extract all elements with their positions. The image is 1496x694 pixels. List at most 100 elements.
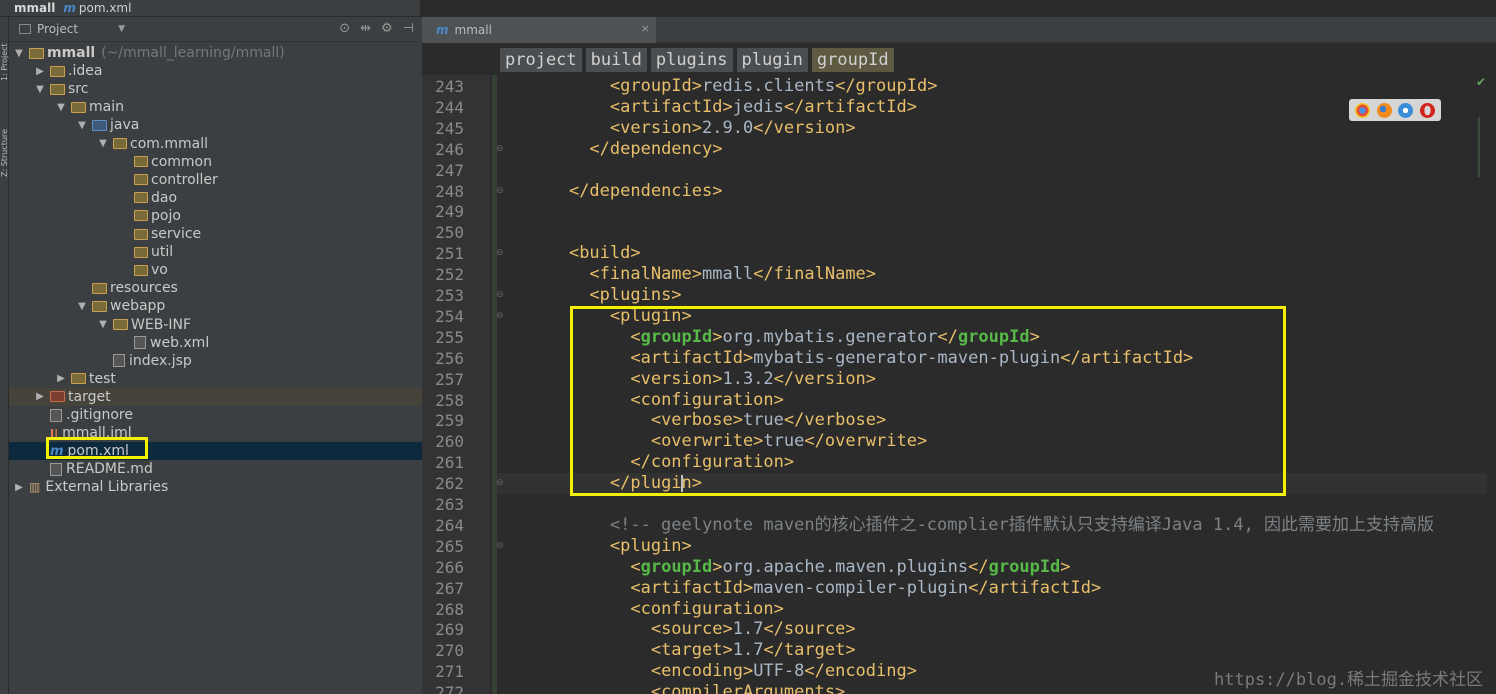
- code-line[interactable]: <compilerArguments>: [528, 682, 845, 694]
- tree-item-common[interactable]: common: [9, 153, 422, 171]
- code-line[interactable]: </dependency>: [528, 139, 722, 160]
- code-line[interactable]: <groupId>org.apache.maven.plugins</group…: [528, 557, 1070, 578]
- code-line[interactable]: <artifactId>maven-compiler-plugin</artif…: [528, 578, 1101, 599]
- code-line[interactable]: <overwrite>true</overwrite>: [528, 431, 927, 452]
- code-line[interactable]: <source>1.7</source>: [528, 619, 856, 640]
- code-tag: </finalName>: [753, 264, 877, 285]
- code-line[interactable]: <artifactId>mybatis-generator-maven-plug…: [528, 348, 1193, 369]
- chrome-icon[interactable]: [1355, 102, 1371, 118]
- tree-item-test[interactable]: ▶ test: [9, 370, 422, 388]
- fold-icon[interactable]: ⊖: [496, 290, 504, 300]
- code-line[interactable]: <verbose>true</verbose>: [528, 410, 886, 431]
- breadcrumb-plugins-tag[interactable]: plugins: [650, 48, 733, 72]
- breadcrumb-file[interactable]: m pom.xml: [63, 1, 131, 15]
- target-icon[interactable]: ⊙: [339, 21, 350, 36]
- expand-arrow-icon[interactable]: ▼: [76, 301, 88, 312]
- code-line[interactable]: <groupId>redis.clients</groupId>: [528, 76, 938, 97]
- tree-item-label: pojo: [151, 207, 181, 224]
- code-line[interactable]: </configuration>: [528, 452, 794, 473]
- tree-item-mmall[interactable]: ▼ mmall (~/mmall_learning/mmall): [9, 44, 422, 62]
- tree-item-idea[interactable]: ▶ .idea: [9, 62, 422, 80]
- tree-item-index-jsp[interactable]: index.jsp: [9, 352, 422, 370]
- tree-item-resources[interactable]: resources: [9, 279, 422, 297]
- line-number: 250: [435, 223, 464, 243]
- code-line[interactable]: <configuration>: [528, 599, 784, 620]
- tree-item-mmall-iml[interactable]: J| mmall.iml: [9, 424, 422, 442]
- code-line[interactable]: <encoding>UTF-8</encoding>: [528, 661, 917, 682]
- breadcrumb-project[interactable]: mmall: [0, 1, 55, 15]
- tree-item-main[interactable]: ▼ main: [9, 98, 422, 116]
- code-line[interactable]: <artifactId>jedis</artifactId>: [528, 97, 917, 118]
- code-line[interactable]: <target>1.7</target>: [528, 640, 856, 661]
- tree-item-external-libraries[interactable]: ▶ ▥ External Libraries: [9, 478, 422, 496]
- tree-item-java[interactable]: ▼ java: [9, 116, 422, 134]
- code-line[interactable]: </plugin>: [528, 473, 702, 494]
- expand-arrow-icon[interactable]: ▼: [13, 48, 25, 59]
- expand-arrow-icon[interactable]: ▼: [76, 120, 88, 131]
- tree-item-dao[interactable]: dao: [9, 189, 422, 207]
- fold-icon[interactable]: ⊖: [496, 248, 504, 258]
- tree-item-com-mmall[interactable]: ▼ com.mmall: [9, 135, 422, 153]
- safari-icon[interactable]: [1398, 102, 1414, 118]
- editor-area: m mmall × project build plugins plugin g…: [422, 17, 1496, 694]
- opera-icon[interactable]: [1419, 102, 1435, 118]
- expand-arrow-icon[interactable]: ▼: [34, 84, 46, 95]
- chevron-down-icon[interactable]: ▼: [118, 24, 125, 34]
- code-line[interactable]: <build>: [528, 243, 641, 264]
- breadcrumb-build-tag[interactable]: build: [585, 48, 647, 72]
- tree-item-target[interactable]: ▶ target: [9, 387, 422, 406]
- code-line[interactable]: <version>2.9.0</version>: [528, 118, 856, 139]
- expand-arrow-icon[interactable]: ▼: [55, 102, 67, 113]
- code-tag: <source>: [650, 619, 733, 640]
- tab-mmall[interactable]: m mmall ×: [422, 17, 656, 43]
- collapse-arrow-icon[interactable]: ▶: [34, 66, 46, 77]
- tree-item-pom-xml[interactable]: m pom.xml: [9, 442, 422, 461]
- structure-tool-button[interactable]: Z: Structure: [0, 87, 9, 177]
- tree-item-readme-md[interactable]: README.md: [9, 460, 422, 478]
- tree-item-util[interactable]: util: [9, 243, 422, 261]
- code-line[interactable]: <configuration>: [528, 390, 784, 411]
- expand-arrow-icon[interactable]: ▼: [97, 138, 109, 149]
- expand-arrow-icon[interactable]: ▼: [97, 319, 109, 330]
- code-line[interactable]: <finalName>mmall</finalName>: [528, 264, 876, 285]
- fold-icon[interactable]: ⊖: [496, 144, 504, 154]
- tree-item-vo[interactable]: vo: [9, 261, 422, 279]
- collapse-icon[interactable]: ⇹: [360, 21, 371, 36]
- line-number: 245: [435, 118, 464, 138]
- code-line[interactable]: <plugin>: [528, 536, 692, 557]
- tree-item-gitignore[interactable]: .gitignore: [9, 406, 422, 424]
- code-line[interactable]: <!-- geelynote maven的核心插件之-complier插件默认只…: [528, 515, 1434, 536]
- code-line[interactable]: <version>1.3.2</version>: [528, 369, 876, 390]
- project-tool-button[interactable]: 1: Project: [0, 21, 9, 81]
- hide-icon[interactable]: ⊣: [403, 21, 414, 36]
- tree-item-pojo[interactable]: pojo: [9, 207, 422, 225]
- code-line[interactable]: </dependencies>: [528, 181, 723, 202]
- fold-icon[interactable]: ⊖: [496, 311, 504, 321]
- breadcrumb-plugin-tag[interactable]: plugin: [736, 48, 808, 72]
- collapse-arrow-icon[interactable]: ▶: [55, 373, 67, 384]
- fold-icon[interactable]: ⊖: [496, 186, 504, 196]
- tree-item-controller[interactable]: controller: [9, 171, 422, 189]
- project-panel-title[interactable]: Project: [37, 22, 78, 36]
- close-icon[interactable]: ×: [641, 22, 650, 35]
- fold-icon[interactable]: ⊖: [496, 478, 504, 488]
- gear-icon[interactable]: ⚙: [381, 21, 393, 36]
- tree-item-webapp[interactable]: ▼ webapp: [9, 297, 422, 315]
- collapse-arrow-icon[interactable]: ▶: [13, 482, 25, 493]
- tree-item-service[interactable]: service: [9, 225, 422, 243]
- breadcrumb-project-tag[interactable]: project: [500, 48, 582, 72]
- tree-item-web-xml[interactable]: web.xml: [9, 334, 422, 352]
- inspection-ok-icon[interactable]: ✔: [1476, 75, 1486, 89]
- code-line[interactable]: <plugin>: [528, 306, 692, 327]
- code-line[interactable]: <groupId>org.mybatis.generator</groupId>: [528, 327, 1039, 348]
- tree-item-web-inf[interactable]: ▼ WEB-INF: [9, 316, 422, 334]
- scrollbar[interactable]: [1478, 117, 1480, 177]
- tree-item-src[interactable]: ▼ src: [9, 80, 422, 98]
- firefox-icon[interactable]: [1376, 102, 1392, 118]
- collapse-arrow-icon[interactable]: ▶: [34, 391, 46, 402]
- code-line[interactable]: <plugins>: [528, 285, 681, 306]
- breadcrumb-groupid-tag[interactable]: groupId: [811, 48, 894, 72]
- fold-icon[interactable]: ⊖: [496, 541, 504, 551]
